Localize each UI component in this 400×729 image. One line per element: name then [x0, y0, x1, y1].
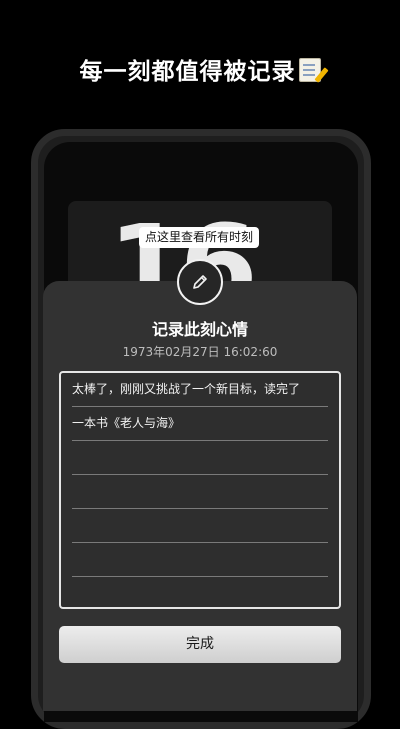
- pencil-icon: [193, 275, 207, 289]
- timestamp: 1973年02月27日 16:02:60: [122, 345, 278, 359]
- done-button[interactable]: 完成: [59, 626, 341, 663]
- note-line: 太棒了，刚刚又挑战了一个新目标，读完了: [72, 373, 328, 407]
- promo-headline: 每一刻都值得被记录: [0, 52, 400, 86]
- note-line: [72, 441, 328, 475]
- edit-button[interactable]: [177, 259, 223, 305]
- sheet-title: 记录此刻心情: [151, 320, 248, 339]
- view-all-moments-tooltip[interactable]: 点这里查看所有时刻: [139, 227, 259, 248]
- note-line: [72, 475, 328, 509]
- note-line: [72, 509, 328, 543]
- memo-icon: [298, 58, 329, 83]
- note-line: [72, 543, 328, 577]
- headline-text: 每一刻都值得被记录: [79, 59, 296, 85]
- note-line: 一本书《老人与海》: [72, 407, 328, 441]
- mood-note-input[interactable]: 太棒了，刚刚又挑战了一个新目标，读完了 一本书《老人与海》: [59, 371, 341, 609]
